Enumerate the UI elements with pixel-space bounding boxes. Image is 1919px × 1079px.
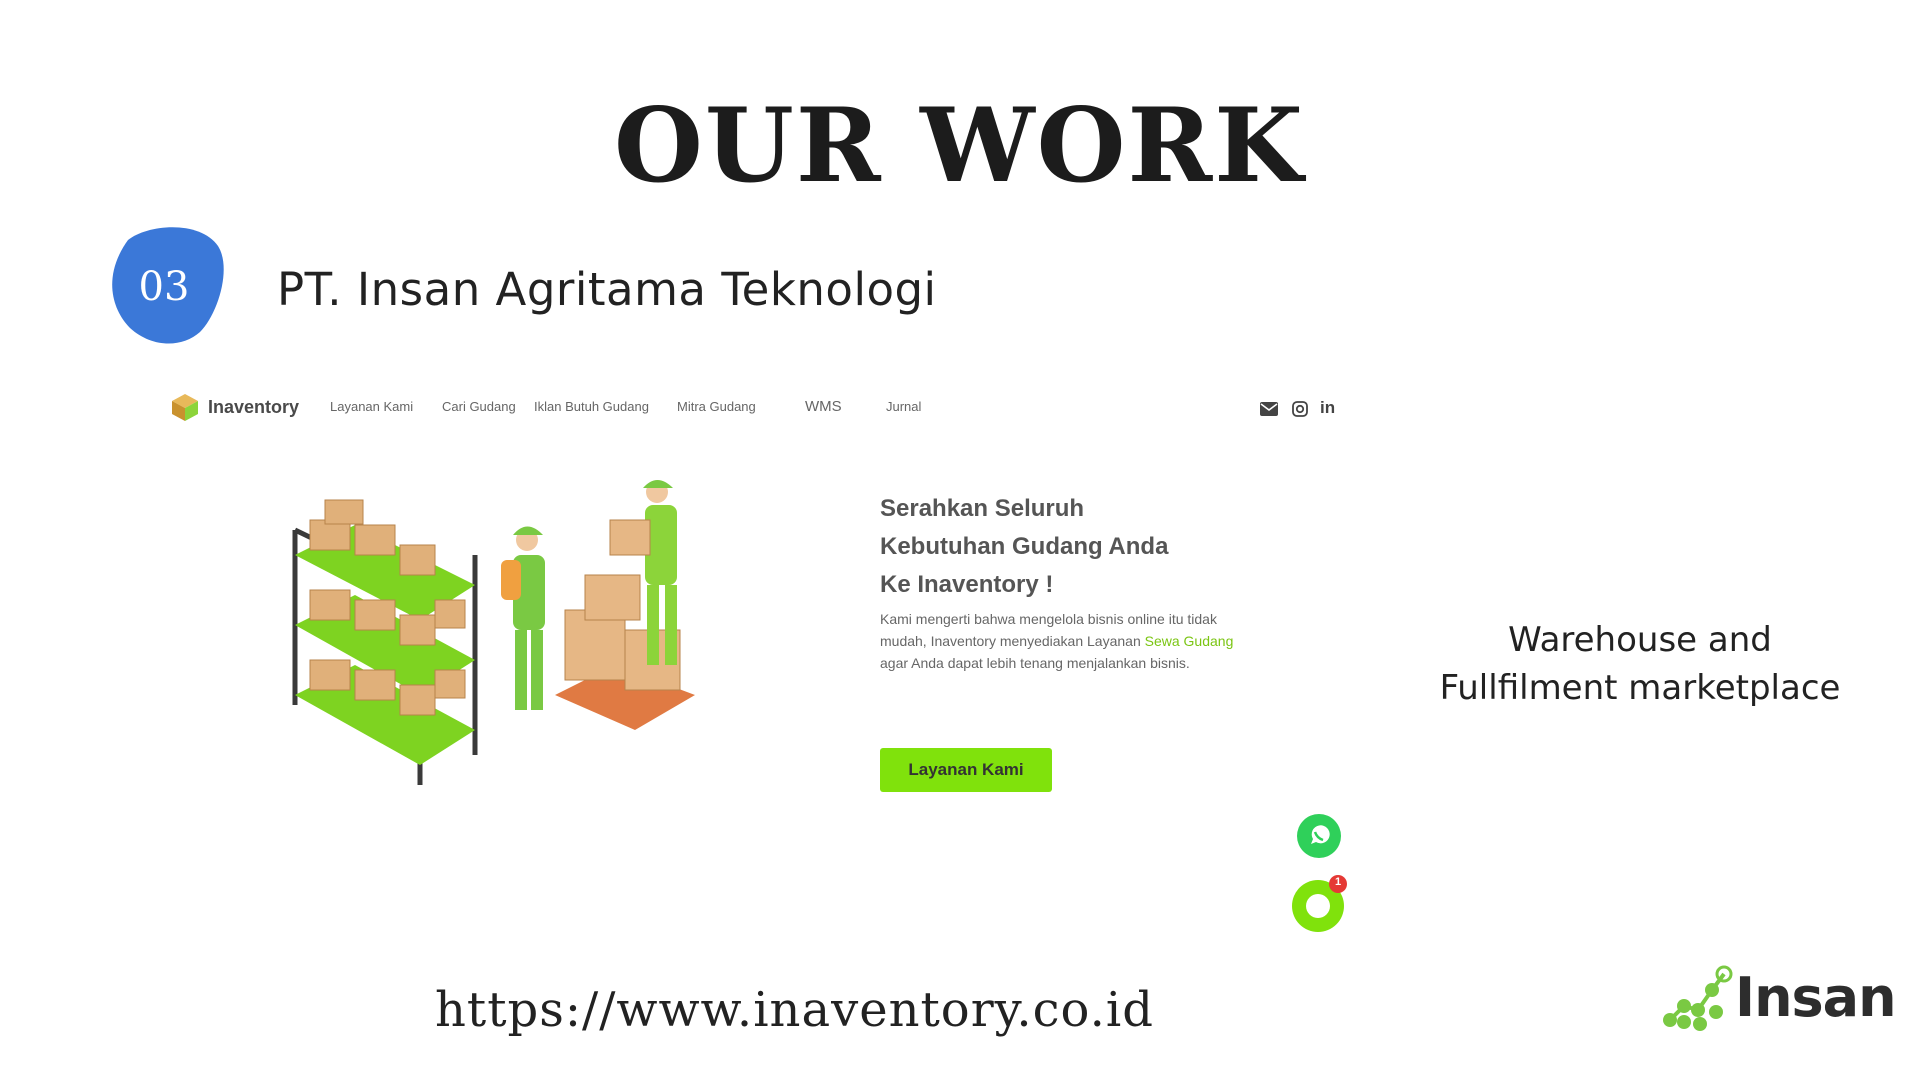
insan-logo-text: Insan bbox=[1735, 966, 1897, 1029]
chat-button[interactable]: 1 bbox=[1290, 874, 1350, 934]
hero-desc-text: agar Anda dapat lebih tenang menjalankan… bbox=[880, 655, 1190, 671]
description-line: Fullfilment marketplace bbox=[1439, 668, 1841, 708]
site-navbar: Inaventory Layanan Kami Cari Gudang Ikla… bbox=[160, 380, 1360, 440]
insan-logo: Insan bbox=[1660, 962, 1897, 1032]
website-url: https://www.inaventory.co.id bbox=[435, 982, 1154, 1038]
number-badge-label: 03 bbox=[138, 264, 190, 310]
nav-layanan-kami[interactable]: Layanan Kami bbox=[330, 399, 413, 414]
company-name: PT. Insan Agritama Teknologi bbox=[277, 263, 937, 316]
box-logo-icon bbox=[172, 394, 198, 421]
nav-mitra-gudang[interactable]: Mitra Gudang bbox=[677, 399, 756, 414]
site-logo[interactable]: Inaventory bbox=[170, 392, 299, 422]
chat-badge-count: 1 bbox=[1334, 876, 1342, 888]
hero-title: Serahkan Seluruh Kebutuhan Gudang Anda K… bbox=[880, 490, 1240, 604]
number-badge: 03 bbox=[108, 224, 226, 348]
description-line: Warehouse and bbox=[1508, 620, 1772, 660]
site-logo-text: Inaventory bbox=[208, 396, 300, 417]
website-preview: Inaventory Layanan Kami Cari Gudang Ikla… bbox=[160, 380, 1360, 940]
nav-iklan-butuh-gudang[interactable]: Iklan Butuh Gudang bbox=[534, 399, 649, 414]
sewa-gudang-link[interactable]: Sewa Gudang bbox=[1145, 633, 1234, 649]
hero-title-line: Serahkan Seluruh bbox=[880, 495, 1085, 522]
hero-description: Kami mengerti bahwa mengelola bisnis onl… bbox=[880, 608, 1260, 674]
hero-title-line: Ke Inaventory ! bbox=[880, 571, 1054, 598]
nav-cari-gudang[interactable]: Cari Gudang bbox=[442, 399, 516, 414]
project-description: Warehouse and Fullfilment marketplace bbox=[1400, 616, 1880, 712]
linkedin-icon[interactable]: in bbox=[1320, 398, 1335, 418]
warehouse-illustration bbox=[292, 480, 695, 785]
growth-dots-icon bbox=[1663, 965, 1733, 1031]
whatsapp-icon[interactable] bbox=[1295, 812, 1343, 860]
instagram-icon[interactable] bbox=[1292, 401, 1308, 417]
nav-wms[interactable]: WMS bbox=[805, 398, 842, 415]
layanan-kami-button[interactable]: Layanan Kami bbox=[880, 748, 1052, 792]
hero-title-line: Kebutuhan Gudang Anda bbox=[880, 533, 1169, 560]
slide-title: OUR WORK bbox=[614, 86, 1305, 206]
mail-icon[interactable] bbox=[1260, 402, 1278, 416]
nav-jurnal[interactable]: Jurnal bbox=[886, 399, 921, 414]
